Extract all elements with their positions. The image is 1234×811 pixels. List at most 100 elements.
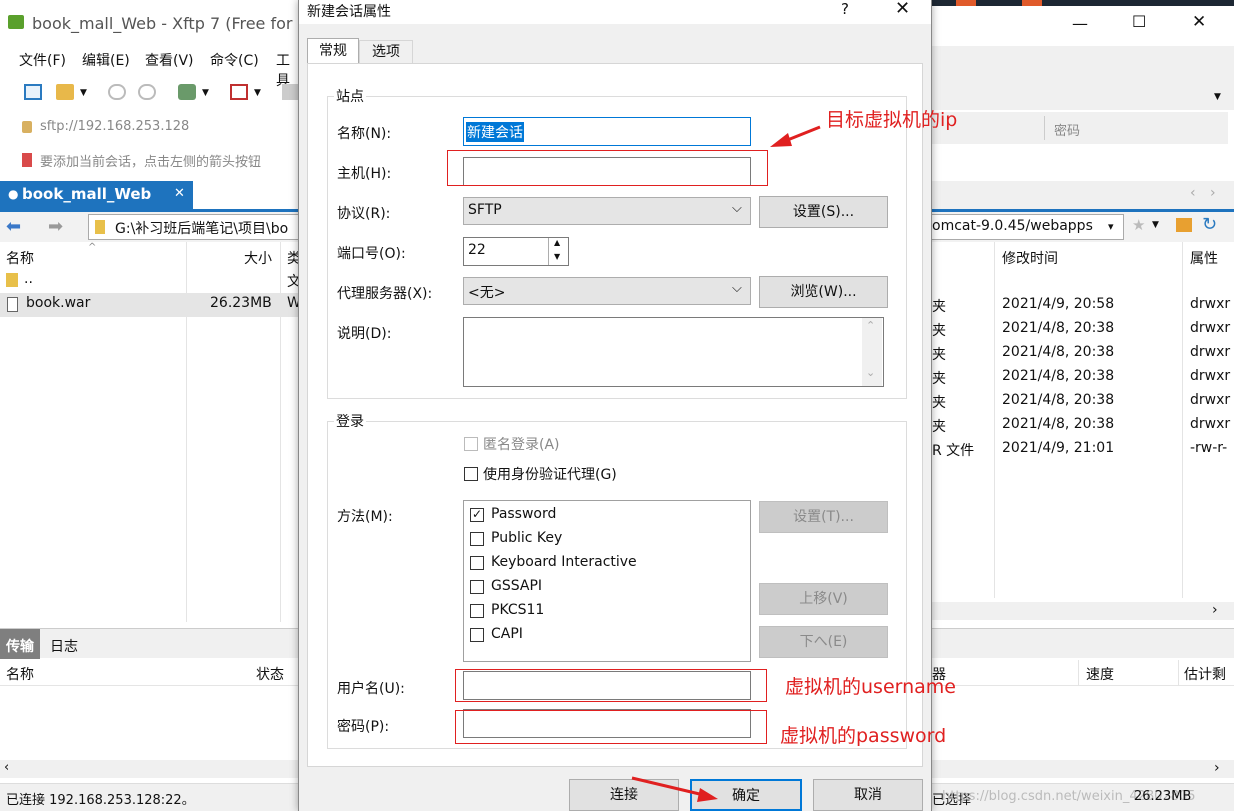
forward-icon[interactable]: ➡ xyxy=(48,216,63,237)
protocol-select[interactable]: SFTP ⌵ xyxy=(463,197,751,225)
tab-log[interactable]: 日志 xyxy=(50,636,78,656)
dropdown-arrow-icon[interactable]: ▼ xyxy=(1152,220,1159,230)
chevron-down-icon[interactable]: ▾ xyxy=(1108,220,1114,233)
browse-button[interactable]: 浏览(W)... xyxy=(759,276,888,308)
file-row[interactable]: 夹 2021/4/8, 20:38 drwxr xyxy=(932,318,1234,342)
method-item[interactable]: ✓ Password xyxy=(470,505,740,527)
cancel-button[interactable]: 取消 xyxy=(813,779,923,811)
file-row[interactable]: R 文件 2021/4/9, 21:01 -rw-r- xyxy=(932,438,1234,462)
close-tab-icon[interactable]: ✕ xyxy=(174,186,185,201)
refresh-icon[interactable]: ↻ xyxy=(1202,214,1217,235)
link-icon[interactable] xyxy=(108,84,126,100)
spin-down-icon[interactable]: ▼ xyxy=(554,252,560,261)
spin-up-icon[interactable]: ▲ xyxy=(554,238,560,247)
path-field[interactable]: G:\补习班后端笔记\项目\bo xyxy=(88,214,300,240)
col-name[interactable]: 名称 xyxy=(6,248,34,268)
file-modified: 2021/4/8, 20:38 xyxy=(1002,416,1115,432)
bookmark-icon[interactable] xyxy=(22,153,32,167)
scroll-up-icon[interactable]: ⌃ xyxy=(866,319,875,332)
star-icon[interactable]: ★ xyxy=(1132,216,1145,234)
method-checkbox[interactable] xyxy=(470,604,484,618)
file-row[interactable]: 夹 2021/4/8, 20:38 drwxr xyxy=(932,342,1234,366)
anonymous-checkbox[interactable] xyxy=(464,437,478,451)
tab-options[interactable]: 选项 xyxy=(359,40,413,64)
method-checkbox-checked[interactable]: ✓ xyxy=(470,508,484,522)
file-row[interactable]: 夹 2021/4/9, 20:58 drwxr xyxy=(932,294,1234,318)
menu-file[interactable]: 文件(F) xyxy=(19,50,66,70)
transfer-scroll-right[interactable]: › xyxy=(932,760,1234,778)
file-row[interactable]: 夹 2021/4/8, 20:38 drwxr xyxy=(932,390,1234,414)
connect-button[interactable]: 连接 xyxy=(569,779,679,811)
divider xyxy=(1044,116,1045,140)
maximize-icon[interactable]: ☐ xyxy=(1132,12,1146,31)
method-checkbox[interactable] xyxy=(470,556,484,570)
method-item[interactable]: CAPI xyxy=(470,625,740,647)
transfer-col-name[interactable]: 名称 xyxy=(6,664,34,684)
col-size[interactable]: 大小 xyxy=(244,248,272,268)
file-row[interactable]: .. 文 xyxy=(0,269,301,293)
transfer-col-speed[interactable]: 速度 xyxy=(1086,664,1114,684)
ok-button[interactable]: 确定 xyxy=(690,779,802,811)
transfer-header-right: 器 速度 估计剩 xyxy=(932,660,1234,686)
port-field[interactable]: 22 ▲ ▼ xyxy=(463,237,569,266)
unlink-icon[interactable] xyxy=(138,84,156,100)
move-down-button[interactable]: 下へ(E) xyxy=(759,626,888,658)
tab-transfer[interactable]: 传输 xyxy=(0,629,40,659)
scroll-tabs-right-icon[interactable]: › xyxy=(1210,185,1216,201)
help-icon[interactable]: ? xyxy=(841,0,849,18)
properties-icon[interactable] xyxy=(178,84,196,100)
scroll-right-icon[interactable]: › xyxy=(1214,760,1220,776)
file-row[interactable]: book.war 26.23MB W xyxy=(0,293,301,317)
back-icon[interactable]: ⬅ xyxy=(6,216,21,237)
method-item[interactable]: Public Key xyxy=(470,529,740,551)
menu-command[interactable]: 命令(C) xyxy=(210,50,259,70)
method-item[interactable]: PKCS11 xyxy=(470,601,740,623)
path-field-right[interactable]: omcat-9.0.45/webapps ▾ xyxy=(932,214,1124,240)
transfer-scroll[interactable]: ‹ xyxy=(0,760,300,778)
scroll-tabs-left-icon[interactable]: ‹ xyxy=(1190,185,1196,201)
open-folder-icon[interactable] xyxy=(56,84,74,100)
new-session-icon[interactable] xyxy=(24,84,42,100)
protocol-settings-button[interactable]: 设置(S)... xyxy=(759,196,888,228)
col-attr[interactable]: 属性 xyxy=(1190,248,1218,268)
method-item[interactable]: GSSAPI xyxy=(470,577,740,599)
anonymous-label: 匿名登录(A) xyxy=(483,437,560,453)
scroll-down-icon[interactable]: ⌄ xyxy=(866,366,875,379)
tab-general[interactable]: 常规 xyxy=(307,38,359,64)
menu-edit[interactable]: 编辑(E) xyxy=(82,50,130,70)
method-checkbox[interactable] xyxy=(470,580,484,594)
method-checkbox[interactable] xyxy=(470,628,484,642)
name-field[interactable]: 新建会话 xyxy=(463,117,751,146)
address-bar[interactable]: sftp://192.168.253.128 xyxy=(14,116,300,140)
file-row[interactable]: 夹 2021/4/8, 20:38 drwxr xyxy=(932,414,1234,438)
menu-view[interactable]: 查看(V) xyxy=(145,50,194,70)
port-stepper[interactable]: ▲ ▼ xyxy=(548,238,568,265)
proxy-select[interactable]: <无> ⌵ xyxy=(463,277,751,305)
move-up-button[interactable]: 上移(V) xyxy=(759,583,888,615)
file-row[interactable]: 夹 2021/4/8, 20:38 drwxr xyxy=(932,366,1234,390)
close-icon[interactable]: ✕ xyxy=(1192,12,1206,32)
transfer-col-eta[interactable]: 估计剩 xyxy=(1184,664,1226,684)
dropdown-arrow-icon[interactable]: ▼ xyxy=(80,88,87,98)
transfer-col-status[interactable]: 状态 xyxy=(256,664,284,684)
agent-checkbox[interactable] xyxy=(464,467,478,481)
close-icon[interactable]: ✕ xyxy=(895,0,910,19)
minimize-icon[interactable]: — xyxy=(1072,14,1088,33)
scroll-right-icon[interactable]: › xyxy=(1212,602,1218,618)
status-bar-right: 已选择 https://blog.csdn.net/weixin_4280280… xyxy=(932,783,1234,811)
method-item[interactable]: Keyboard Interactive xyxy=(470,553,740,575)
dropdown-arrow-icon[interactable]: ▼ xyxy=(202,88,209,98)
method-settings-button[interactable]: 设置(T)... xyxy=(759,501,888,533)
scroll-left-icon[interactable]: ‹ xyxy=(4,760,9,775)
toolbar-dropdown-icon[interactable]: ▼ xyxy=(1214,92,1221,102)
dropdown-arrow-icon[interactable]: ▼ xyxy=(254,88,261,98)
method-checkbox[interactable] xyxy=(470,532,484,546)
file-attr: drwxr xyxy=(1190,344,1231,360)
play-icon[interactable] xyxy=(230,84,248,100)
col-modified[interactable]: 修改时间 xyxy=(1002,248,1058,268)
home-folder-icon[interactable] xyxy=(1176,218,1192,232)
session-tab[interactable]: ● book_mall_Web ✕ xyxy=(0,181,193,209)
h-scrollbar[interactable]: › xyxy=(932,602,1234,620)
description-textarea[interactable]: ⌃ ⌄ xyxy=(463,317,884,387)
v-scrollbar[interactable]: ⌃ ⌄ xyxy=(862,318,882,386)
